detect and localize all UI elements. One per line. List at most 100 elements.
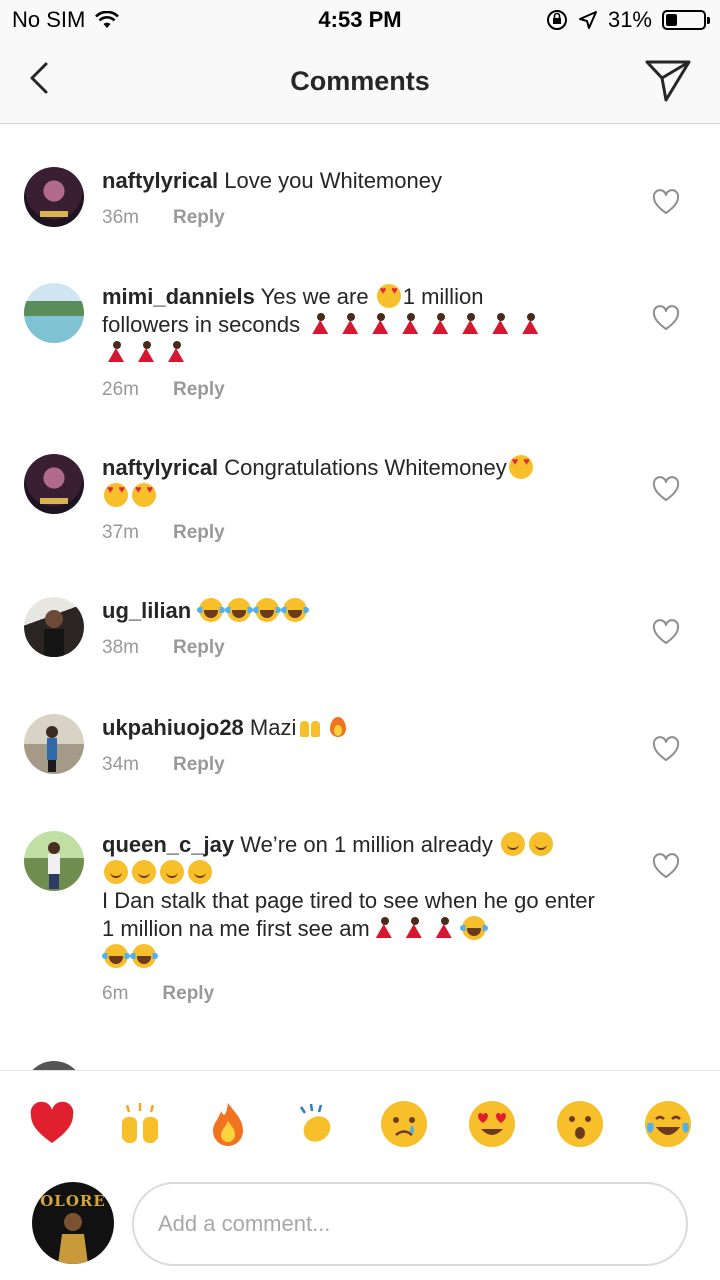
comment-time: 34m xyxy=(102,754,139,775)
tears-of-joy-emoji-icon xyxy=(281,598,310,622)
comment-body: mimi_danniels Yes we are 1 million follo… xyxy=(102,283,602,401)
fire-emoji-icon[interactable] xyxy=(205,1101,251,1147)
tears-of-joy-emoji-icon xyxy=(459,916,488,940)
comment-username[interactable]: naftylyrical xyxy=(102,168,218,193)
comment-username[interactable]: queen_c_jay xyxy=(102,832,234,857)
paper-plane-icon[interactable] xyxy=(644,56,692,104)
dancer-emoji-icon xyxy=(428,312,454,336)
crying-face-emoji-icon[interactable] xyxy=(381,1101,427,1147)
avatar-art xyxy=(58,1213,88,1264)
tears-of-joy-emoji-icon xyxy=(253,598,282,622)
reply-button[interactable]: Reply xyxy=(173,754,225,776)
tears-of-joy-emoji-icon xyxy=(197,598,226,622)
comment-username[interactable]: mimi_danniels xyxy=(102,284,255,309)
comment-text: ukpahiuojo28 Mazi xyxy=(102,714,602,742)
avatar[interactable] xyxy=(24,714,84,774)
smiling-face-emoji-icon xyxy=(160,860,184,884)
status-bar: No SIM 4:53 PM 31% xyxy=(0,0,720,40)
avatar-art xyxy=(44,610,64,657)
comment-meta: 36m Reply xyxy=(102,207,602,229)
comment-text: queen_c_jay We’re on 1 million already I… xyxy=(102,831,602,971)
comment-meta: 34m Reply xyxy=(102,754,602,776)
battery-level xyxy=(666,14,677,26)
heart-eyes-emoji-icon[interactable] xyxy=(469,1101,515,1147)
surprised-face-emoji-icon[interactable] xyxy=(557,1101,603,1147)
comment-message: Congratulations Whitemoney xyxy=(224,455,507,480)
battery-percent: 31% xyxy=(607,7,652,32)
battery-icon xyxy=(662,10,710,30)
comment-meta: 26m Reply xyxy=(102,379,602,401)
avatar-art xyxy=(40,498,68,504)
tears-of-joy-emoji-icon xyxy=(102,944,130,968)
dancer-emoji-icon xyxy=(398,312,424,336)
comment-body: queen_c_jay We’re on 1 million already I… xyxy=(102,831,602,1005)
reply-button[interactable]: Reply xyxy=(173,522,225,544)
avatar[interactable] xyxy=(24,597,84,657)
heart-eyes-emoji-icon xyxy=(104,483,128,507)
page-title: Comments xyxy=(290,66,430,96)
avatar[interactable] xyxy=(24,1061,84,1070)
comment-time: 26m xyxy=(102,379,139,400)
raising-hands-emoji-icon[interactable] xyxy=(117,1101,163,1147)
heart-eyes-emoji-icon xyxy=(508,455,533,479)
comment-message: 1 million xyxy=(402,284,484,309)
current-user-avatar[interactable]: OLORE xyxy=(32,1182,114,1264)
nav-bar: Comments xyxy=(0,40,720,124)
reply-button[interactable]: Reply xyxy=(173,207,225,229)
heart-eyes-emoji-icon xyxy=(376,284,401,308)
dancer-emoji-icon xyxy=(134,340,160,364)
comment-message: We’re on 1 million already xyxy=(240,832,493,857)
fire-emoji-icon xyxy=(326,715,350,739)
reply-button[interactable]: Reply xyxy=(162,983,214,1005)
dancer-emoji-icon xyxy=(488,312,514,336)
comments-list[interactable]: naftylyrical Love you Whitemoney 36m Rep… xyxy=(0,125,720,1070)
like-heart-icon[interactable] xyxy=(652,189,680,217)
orientation-lock-icon xyxy=(546,10,567,30)
raising-hands-emoji-icon xyxy=(298,715,322,739)
dancer-emoji-icon xyxy=(368,312,394,336)
comment-message: I Dan stalk that page tired to see when … xyxy=(102,888,595,941)
red-heart-emoji-icon[interactable] xyxy=(29,1101,75,1147)
comment-body: naftylyrical Love you Whitemoney 36m Rep… xyxy=(102,167,602,229)
tears-of-joy-emoji-icon[interactable] xyxy=(645,1101,691,1147)
dancer-emoji-icon xyxy=(458,312,484,336)
comment-meta: 38m Reply xyxy=(102,637,602,659)
comment-message: Mazi xyxy=(249,715,297,740)
smiling-face-emoji-icon xyxy=(104,860,128,884)
avatar-art xyxy=(48,842,60,889)
add-comment-input[interactable] xyxy=(132,1182,688,1266)
reply-button[interactable]: Reply xyxy=(173,637,225,659)
comment-time: 37m xyxy=(102,522,139,543)
tears-of-joy-emoji-icon xyxy=(130,944,158,968)
comment-username[interactable]: naftylyrical xyxy=(102,455,218,480)
like-heart-icon[interactable] xyxy=(652,305,680,333)
avatar[interactable] xyxy=(24,831,84,891)
comment-body: ukpahiuojo28 Mazi 34m Reply xyxy=(102,714,602,776)
like-heart-icon[interactable] xyxy=(652,476,680,504)
smiling-face-emoji-icon xyxy=(188,860,212,884)
reply-button[interactable]: Reply xyxy=(173,379,225,401)
avatar[interactable] xyxy=(24,283,84,343)
like-heart-icon[interactable] xyxy=(652,736,680,764)
comment-text: naftylyrical Love you Whitemoney xyxy=(102,167,602,195)
avatar[interactable] xyxy=(24,167,84,227)
like-heart-icon[interactable] xyxy=(652,619,680,647)
smiling-face-emoji-icon xyxy=(501,832,526,856)
comment-username[interactable]: ug_lilian xyxy=(102,598,191,623)
dancer-emoji-icon xyxy=(432,916,458,940)
quick-reaction-bar xyxy=(0,1070,720,1174)
smiling-face-emoji-icon xyxy=(529,832,554,856)
comment-body: naftylyrical Congratulations Whitemoney … xyxy=(102,454,602,544)
heart-eyes-emoji-icon xyxy=(132,483,156,507)
dancer-emoji-icon xyxy=(104,340,130,364)
comment-text: mimi_danniels Yes we are 1 million follo… xyxy=(102,283,602,367)
comment-text: naftylyrical Congratulations Whitemoney xyxy=(102,454,602,510)
like-heart-icon[interactable] xyxy=(652,853,680,881)
dancer-emoji-icon xyxy=(164,340,190,364)
dancer-emoji-icon xyxy=(372,916,398,940)
status-right: 31% xyxy=(546,7,710,33)
avatar[interactable] xyxy=(24,454,84,514)
clapping-hands-emoji-icon[interactable] xyxy=(293,1101,339,1147)
comment-username[interactable]: ukpahiuojo28 xyxy=(102,715,244,740)
dancer-emoji-icon xyxy=(308,312,334,336)
